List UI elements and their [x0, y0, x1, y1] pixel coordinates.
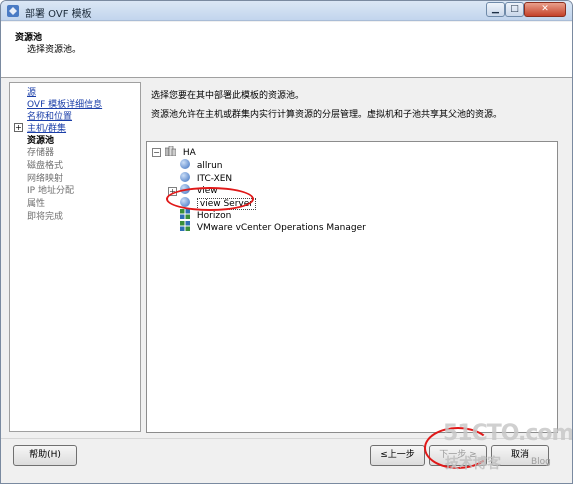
- wizard-header: 资源池 选择资源池。: [1, 22, 572, 78]
- tree-node-label: HA: [182, 148, 196, 158]
- vapp-icon: [180, 221, 190, 231]
- tree-node-label: ITC-XEN: [196, 174, 233, 184]
- window-title: 部署 OVF 模板: [25, 9, 92, 20]
- cancel-button[interactable]: 取消: [491, 445, 549, 466]
- vapp-icon: [180, 209, 190, 219]
- resource-pool-icon: [180, 159, 190, 169]
- tree-node-label: allrun: [196, 161, 223, 171]
- title-bar: 部署 OVF 模板 ▁ □ ✕: [1, 1, 572, 21]
- annotation-arc: [424, 427, 492, 469]
- nav-step-ip-allocation: IP 地址分配: [27, 186, 74, 196]
- resource-pool-icon: [180, 172, 190, 182]
- nav-expand-icon[interactable]: +: [14, 123, 23, 132]
- collapse-icon[interactable]: −: [152, 148, 161, 157]
- content-prompt: 选择您要在其中部署此模板的资源池。: [151, 91, 305, 101]
- resource-pool-tree[interactable]: − HA allrun ITC-XEN + view view Server H…: [146, 141, 558, 433]
- tree-node-label: Horizon: [196, 211, 232, 221]
- close-button[interactable]: ✕: [524, 2, 566, 17]
- page-subtitle: 选择资源池。: [27, 45, 82, 55]
- tree-node-vcops[interactable]: VMware vCenter Operations Manager: [180, 221, 366, 233]
- tree-node-label: VMware vCenter Operations Manager: [196, 223, 366, 233]
- nav-step-storage: 存储器: [27, 148, 55, 158]
- tree-node-ha[interactable]: HA: [165, 146, 196, 158]
- help-button[interactable]: 帮助(H): [13, 445, 77, 466]
- nav-step-disk-format: 磁盘格式: [27, 161, 64, 171]
- minimize-button[interactable]: ▁: [486, 2, 505, 17]
- tree-node-itc-xen[interactable]: ITC-XEN: [180, 172, 232, 184]
- annotation-ellipse: [166, 187, 254, 211]
- content-description: 资源池允许在主机或群集内实行计算资源的分层管理。虚拟机和子池共享其父池的资源。: [151, 110, 503, 120]
- vsphere-app-icon: [7, 5, 19, 17]
- wizard-steps-nav: 源 OVF 模板详细信息 名称和位置 + 主机/群集 资源池 存储器 磁盘格式 …: [9, 82, 141, 432]
- cluster-icon: [165, 146, 176, 156]
- back-button[interactable]: ≤上一步: [370, 445, 425, 466]
- deploy-ovf-window: 部署 OVF 模板 ▁ □ ✕ 资源池 选择资源池。 源 OVF 模板详细信息 …: [0, 0, 573, 484]
- nav-step-ready-to-complete: 即将完成: [27, 212, 64, 222]
- maximize-button[interactable]: □: [505, 2, 524, 17]
- nav-step-properties: 属性: [27, 199, 46, 209]
- tree-node-allrun[interactable]: allrun: [180, 159, 223, 171]
